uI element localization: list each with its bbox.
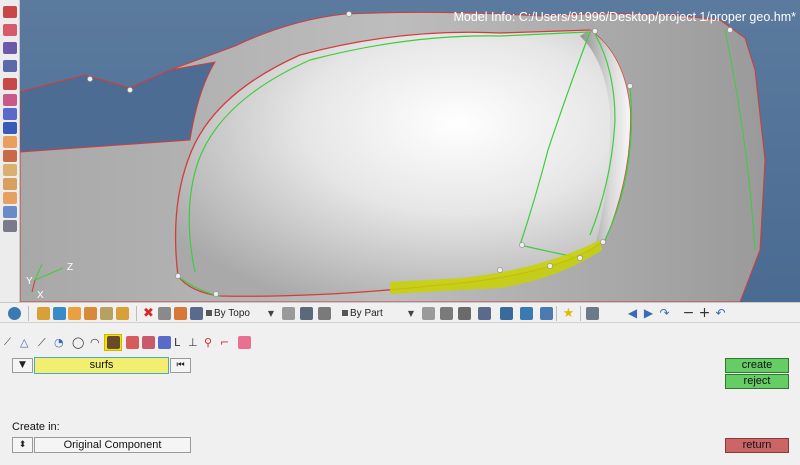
rotate-icon[interactable]: ↷	[658, 307, 671, 320]
offset-icon[interactable]: ⚲	[204, 336, 217, 349]
point-edit-icon[interactable]	[3, 108, 17, 120]
mask-icon[interactable]	[158, 307, 171, 320]
surface-edit-icon[interactable]	[3, 24, 17, 36]
model-graphics	[20, 11, 766, 302]
numbers-icon[interactable]	[3, 178, 17, 190]
feature-lines-icon[interactable]	[422, 307, 435, 320]
screen-icon[interactable]	[500, 307, 513, 320]
cone-icon[interactable]: ⌐	[220, 336, 233, 349]
toolbar-separator	[556, 306, 557, 321]
surface-icon[interactable]	[3, 6, 17, 18]
component-toggle[interactable]: ⬍	[12, 437, 33, 453]
topology-icon	[206, 310, 212, 316]
topology-dropdown-arrow[interactable]: ▼	[266, 306, 276, 321]
surfs-selector[interactable]: surfs	[34, 357, 169, 374]
model-info-label: Model Info: C:/Users/91996/Desktop/proje…	[453, 10, 796, 24]
zoom-in-icon[interactable]: +	[698, 306, 711, 320]
reject-button[interactable]: reject	[725, 374, 789, 389]
shaded-icon[interactable]	[282, 307, 295, 320]
skin-icon[interactable]	[142, 336, 155, 349]
monitor-icon[interactable]	[540, 307, 553, 320]
axis-y-label: Y	[26, 276, 33, 287]
previous-view-icon[interactable]: ◀	[626, 307, 639, 320]
collector-icon[interactable]	[37, 307, 50, 320]
normal-icon[interactable]	[458, 307, 471, 320]
edge-edit-icon[interactable]	[3, 94, 17, 106]
axis-x-label: X	[37, 290, 44, 301]
mesh-lines-icon[interactable]	[318, 307, 331, 320]
recess-surface	[20, 61, 217, 153]
part-icon[interactable]	[116, 307, 129, 320]
line-edit-icon[interactable]	[3, 206, 17, 218]
geometry-toolbar: ⟋ △ ⟋ ◔ ◯ ◠ L ⊥ ⚲ ⌐	[0, 333, 800, 353]
circle-icon[interactable]: ◔	[54, 336, 67, 349]
surface-grid-icon[interactable]	[478, 307, 491, 320]
toolbar-separator	[136, 306, 137, 321]
part-dropdown-icon	[342, 310, 348, 316]
wireframe-icon[interactable]	[300, 307, 313, 320]
toolbar-separator	[580, 306, 581, 321]
topology-dropdown-label: By Topo	[214, 308, 250, 319]
solid-icon[interactable]	[3, 42, 17, 54]
dimensioning-icon[interactable]	[3, 164, 17, 176]
entity-selector-dropdown[interactable]: ▼	[12, 358, 33, 373]
app-window: Model Info: C:/Users/91996/Desktop/proje…	[0, 0, 800, 465]
triangle-icon[interactable]: △	[20, 336, 33, 349]
system-icon[interactable]	[100, 307, 113, 320]
solid-edit-icon[interactable]	[3, 60, 17, 72]
hide-icon[interactable]	[174, 307, 187, 320]
load-collector-icon[interactable]	[84, 307, 97, 320]
spin-icon[interactable]: L	[174, 336, 187, 349]
return-button[interactable]: return	[725, 438, 789, 453]
spline-icon[interactable]: ◯	[72, 336, 85, 349]
create-button[interactable]: create	[725, 358, 789, 373]
surface-grid-icon[interactable]	[107, 336, 120, 349]
create-in-label: Create in:	[12, 421, 60, 433]
element-shrink-icon[interactable]	[440, 307, 453, 320]
component-icon[interactable]	[53, 307, 66, 320]
ruled-icon[interactable]	[126, 336, 139, 349]
assembly-icon[interactable]	[68, 307, 81, 320]
component-option-button[interactable]: Original Component	[34, 437, 191, 453]
find-icon[interactable]	[190, 307, 203, 320]
midsurface-icon[interactable]	[3, 150, 17, 162]
utility-toolbar	[0, 0, 20, 302]
drag-icon[interactable]	[158, 336, 171, 349]
zoom-out-icon[interactable]: −	[682, 306, 695, 320]
part-dropdown[interactable]: By Part	[342, 306, 412, 321]
defeature-icon[interactable]	[3, 136, 17, 148]
square-icon[interactable]	[238, 336, 251, 349]
next-view-icon[interactable]: ▶	[642, 307, 655, 320]
node-icon[interactable]	[3, 220, 17, 232]
toolbar-separator	[28, 306, 29, 321]
panel-area: ▼ surfs ⏮ Create in: ⬍ Original Componen…	[0, 353, 800, 465]
main-toolbar: ✖ By Topo ▼ By Part ▼ ★ ◀ ▶ ↷ − + ↶	[0, 302, 800, 323]
part-dropdown-label: By Part	[350, 308, 383, 319]
torus-icon[interactable]: ◠	[90, 336, 103, 349]
part-dropdown-arrow[interactable]: ▼	[406, 306, 416, 321]
line-icon[interactable]: ⟋	[4, 336, 17, 349]
fillet-icon[interactable]	[3, 192, 17, 204]
quick-edit-icon[interactable]	[3, 78, 17, 90]
delete-icon[interactable]: ✖	[142, 307, 155, 320]
star-icon[interactable]: ★	[562, 307, 575, 320]
view-icon[interactable]	[520, 307, 533, 320]
fit-icon[interactable]: ↶	[714, 307, 727, 320]
fillet-icon[interactable]: ⊥	[188, 336, 201, 349]
reset-selection-button[interactable]: ⏮	[170, 358, 191, 373]
settings-icon[interactable]	[8, 307, 21, 320]
autocleanup-icon[interactable]	[3, 122, 17, 134]
graphics-viewport[interactable]: Model Info: C:/Users/91996/Desktop/proje…	[20, 0, 800, 302]
arc-icon[interactable]: ⟋	[38, 336, 51, 349]
axis-z-label: Z	[67, 262, 74, 273]
grid-icon[interactable]	[586, 307, 599, 320]
